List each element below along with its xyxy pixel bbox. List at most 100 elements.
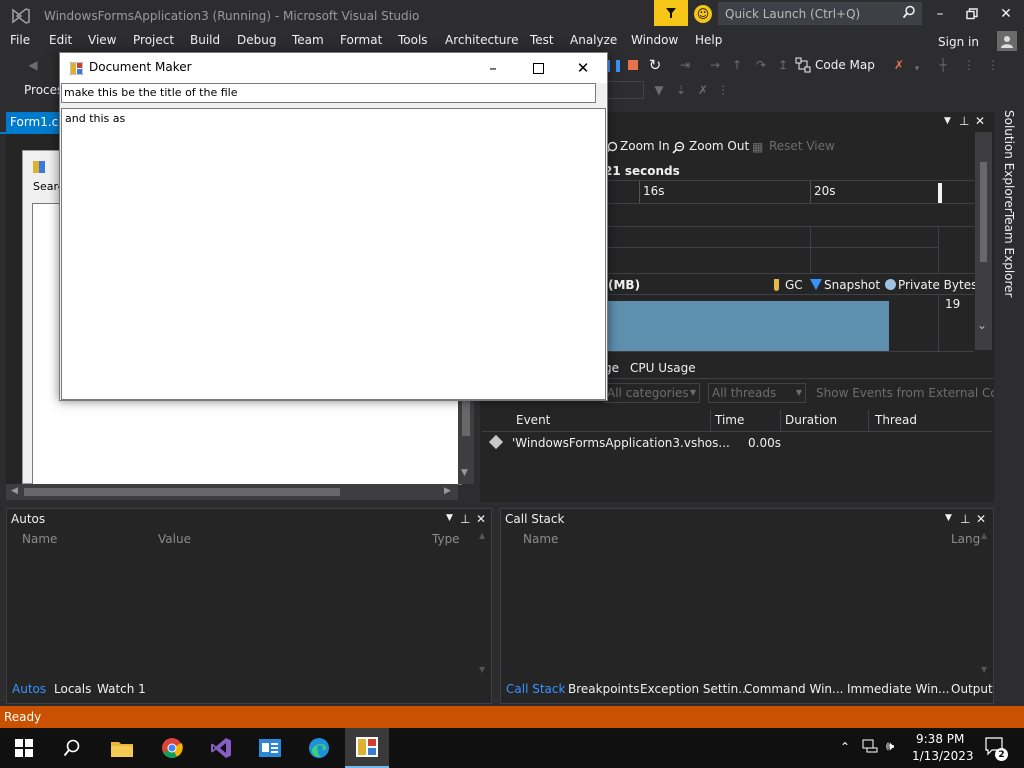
call-stack-column-name[interactable]: Name bbox=[523, 532, 558, 546]
quick-launch-input[interactable]: Quick Launch (Ctrl+Q) bbox=[718, 2, 922, 25]
call-stack-scrollbar[interactable]: ▲ ▼ bbox=[979, 529, 993, 679]
network-icon[interactable] bbox=[862, 739, 878, 756]
menu-analyze[interactable]: Analyze bbox=[570, 33, 617, 47]
tab-locals[interactable]: Locals bbox=[54, 682, 91, 696]
call-stack-dropdown-icon[interactable]: ▼ bbox=[945, 513, 952, 523]
tab-breakpoints[interactable]: Breakpoints bbox=[568, 682, 639, 696]
code-map-button[interactable]: Code Map bbox=[815, 58, 875, 72]
toggle-breakpoint-icon[interactable]: ✗ bbox=[890, 56, 908, 74]
scroll-down-icon[interactable]: ▼ bbox=[461, 468, 468, 478]
zoom-out-button[interactable]: Zoom Out bbox=[689, 139, 749, 153]
toolbar2-options-icon[interactable]: ⋮ bbox=[714, 81, 732, 99]
filter-icon[interactable]: ▼ bbox=[650, 81, 668, 99]
chrome-icon[interactable] bbox=[150, 730, 194, 766]
code-map-icon[interactable] bbox=[795, 57, 811, 73]
windows-start-icon[interactable] bbox=[2, 730, 46, 766]
toolbar-dropdown-icon[interactable]: ▾ bbox=[908, 60, 926, 78]
side-tab-team-explorer[interactable]: Team Explorer bbox=[1002, 212, 1016, 298]
timeline-cursor[interactable] bbox=[938, 183, 942, 203]
scroll-left-icon[interactable]: ◀ bbox=[11, 486, 18, 496]
tab-immediate-window[interactable]: Immediate Win... bbox=[847, 682, 950, 696]
pin-icon[interactable]: ⊥ bbox=[959, 114, 969, 128]
side-tab-solution-explorer[interactable]: Solution Explorer bbox=[1002, 110, 1016, 213]
scroll-thumb-vertical[interactable] bbox=[462, 396, 470, 436]
column-thread[interactable]: Thread bbox=[875, 413, 917, 427]
zoom-in-button[interactable]: Zoom In bbox=[620, 139, 670, 153]
document-maker-taskbar-icon[interactable] bbox=[345, 728, 389, 768]
menu-team[interactable]: Team bbox=[292, 33, 324, 47]
table-row[interactable]: 'WindowsFormsApplication3.vshos... 0.00s bbox=[482, 432, 992, 454]
menu-edit[interactable]: Edit bbox=[49, 33, 72, 47]
scroll-thumb-horizontal[interactable] bbox=[24, 488, 340, 496]
taskbar-search-icon[interactable] bbox=[50, 730, 94, 766]
menu-file[interactable]: File bbox=[10, 33, 30, 47]
sign-in-link[interactable]: Sign in bbox=[938, 35, 979, 49]
menu-build[interactable]: Build bbox=[190, 33, 220, 47]
call-stack-close-icon[interactable]: ✕ bbox=[976, 512, 986, 526]
menu-help[interactable]: Help bbox=[695, 33, 722, 47]
restore-icon[interactable] bbox=[962, 6, 982, 22]
diag-tab-cpu-usage[interactable]: CPU Usage bbox=[630, 361, 696, 375]
scroll-up-icon[interactable]: ▲ bbox=[981, 531, 987, 540]
doc-tab-form1[interactable]: Form1.cs bbox=[6, 112, 65, 132]
reset-view-button[interactable]: Reset View bbox=[769, 139, 835, 153]
menu-view[interactable]: View bbox=[88, 33, 116, 47]
tab-command-window[interactable]: Command Win... bbox=[744, 682, 843, 696]
form-close-icon[interactable]: ✕ bbox=[560, 53, 606, 83]
menu-window[interactable]: Window bbox=[631, 33, 678, 47]
menu-project[interactable]: Project bbox=[133, 33, 174, 47]
column-duration[interactable]: Duration bbox=[785, 413, 837, 427]
form-minimize-icon[interactable]: – bbox=[470, 53, 516, 83]
step-over-icon[interactable]: ↑ bbox=[728, 56, 746, 74]
autos-pin-icon[interactable]: ⊥ bbox=[460, 512, 470, 526]
panel-close-icon[interactable]: ✕ bbox=[975, 114, 985, 128]
tab-exception-settings[interactable]: Exception Settin... bbox=[640, 682, 750, 696]
diag-scrollbar[interactable]: ⌄ bbox=[975, 132, 992, 350]
show-external-code-toggle[interactable]: Show Events from External Code bbox=[816, 386, 1013, 400]
menu-architecture[interactable]: Architecture bbox=[445, 33, 518, 47]
stop-icon[interactable] bbox=[624, 56, 642, 74]
align-icon[interactable]: ┼ bbox=[934, 56, 952, 74]
scroll-up-icon[interactable]: ▲ bbox=[479, 531, 485, 540]
clock-date[interactable]: 1/13/2023 bbox=[912, 749, 974, 763]
title-textbox[interactable]: make this be the title of the file bbox=[61, 83, 596, 103]
scroll-right-icon[interactable]: ▶ bbox=[444, 486, 451, 496]
close-icon[interactable]: ✕ bbox=[996, 6, 1016, 22]
autos-dropdown-icon[interactable]: ▼ bbox=[446, 513, 453, 523]
autos-close-icon[interactable]: ✕ bbox=[476, 512, 486, 526]
back-icon[interactable]: ◀ bbox=[24, 56, 42, 74]
scroll-down-icon[interactable]: ▼ bbox=[981, 665, 987, 674]
category-filter[interactable]: All categories ▼ bbox=[604, 383, 700, 403]
feedback-smiley-icon[interactable]: ☺ bbox=[694, 5, 712, 23]
news-app-icon[interactable] bbox=[248, 730, 292, 766]
visual-studio-taskbar-icon[interactable] bbox=[199, 730, 243, 766]
edge-icon[interactable] bbox=[297, 730, 341, 766]
column-event[interactable]: Event bbox=[516, 413, 550, 427]
tab-call-stack[interactable]: Call Stack bbox=[506, 682, 565, 696]
thread-filter-icon[interactable]: ⇣ bbox=[672, 81, 690, 99]
toolbar-options-icon[interactable]: ⋮ bbox=[960, 56, 978, 74]
notification-flag-icon[interactable] bbox=[654, 0, 688, 26]
flag-threads-icon[interactable]: ✗ bbox=[694, 81, 712, 99]
form-maximize-icon[interactable] bbox=[515, 53, 561, 83]
step-out-icon[interactable]: ↷ bbox=[752, 56, 770, 74]
restart-icon[interactable]: ↻ bbox=[646, 56, 664, 74]
tab-output[interactable]: Output bbox=[951, 682, 993, 696]
call-stack-column-lang[interactable]: Lang bbox=[951, 532, 980, 546]
autos-column-value[interactable]: Value bbox=[158, 532, 191, 546]
volume-icon[interactable]: 🕪 bbox=[886, 739, 894, 754]
call-stack-pin-icon[interactable]: ⊥ bbox=[960, 512, 970, 526]
step-into-icon[interactable]: → bbox=[706, 56, 724, 74]
account-icon[interactable] bbox=[997, 31, 1017, 51]
tab-watch-1[interactable]: Watch 1 bbox=[97, 682, 146, 696]
menu-format[interactable]: Format bbox=[340, 33, 382, 47]
body-textbox[interactable]: and this as bbox=[61, 108, 606, 400]
form-title-bar[interactable]: Document Maker – ✕ bbox=[60, 53, 607, 83]
diag-scroll-thumb[interactable] bbox=[980, 162, 987, 262]
menu-tools[interactable]: Tools bbox=[398, 33, 428, 47]
minimize-icon[interactable]: – bbox=[930, 6, 950, 22]
designer-horizontal-scrollbar[interactable]: ◀ ▶ bbox=[6, 484, 458, 500]
panel-dropdown-icon[interactable]: ▼ bbox=[944, 116, 951, 126]
menu-debug[interactable]: Debug bbox=[237, 33, 276, 47]
clock-time[interactable]: 9:38 PM bbox=[916, 732, 964, 746]
